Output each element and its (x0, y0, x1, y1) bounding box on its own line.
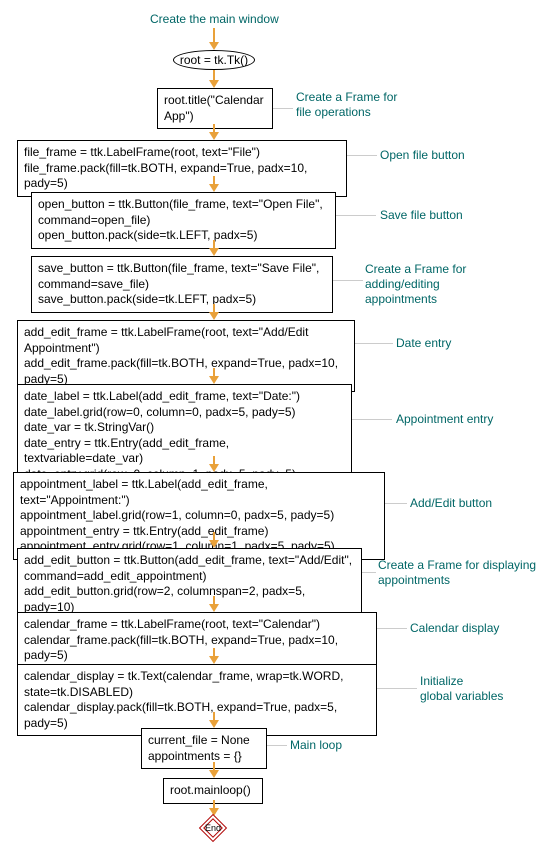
end-node: End (199, 814, 227, 842)
connector (273, 108, 293, 109)
arrow-head-icon (209, 540, 219, 548)
arrow-head-icon (209, 770, 219, 778)
arrow-head-icon (209, 464, 219, 472)
arrow (213, 456, 215, 464)
arrow (213, 176, 215, 184)
connector (333, 280, 363, 281)
arrow-head-icon (209, 376, 219, 384)
arrow (213, 368, 215, 376)
arrow (213, 532, 215, 540)
comment: Calendar display (410, 621, 499, 636)
arrow (213, 28, 215, 42)
arrow (213, 124, 215, 132)
code-box: current_file = None appointments = {} (141, 728, 267, 769)
connector (377, 628, 407, 629)
code-box: root.title("Calendar App") (157, 88, 273, 129)
comment: Add/Edit button (410, 496, 492, 511)
arrow-head-icon (209, 132, 219, 140)
flowchart-canvas: Create the main window root = tk.Tk() ro… (0, 0, 556, 845)
connector (352, 419, 392, 420)
end-node-label: End (205, 823, 221, 833)
connector (377, 688, 417, 689)
arrow-head-icon (209, 42, 219, 50)
connector (355, 343, 393, 344)
comment: Create a Frame for displaying appointmen… (378, 558, 536, 588)
arrow-head-icon (209, 604, 219, 612)
code-box: save_button = ttk.Button(file_frame, tex… (31, 256, 333, 313)
arrow-head-icon (209, 720, 219, 728)
code-box: calendar_display = tk.Text(calendar_fram… (17, 664, 377, 736)
connector (362, 572, 376, 573)
code-box: add_edit_frame = ttk.LabelFrame(root, te… (17, 320, 355, 392)
comment: Create a Frame for file operations (296, 90, 397, 120)
code-box: calendar_frame = ttk.LabelFrame(root, te… (17, 612, 377, 669)
arrow (213, 712, 215, 720)
code-box: file_frame = ttk.LabelFrame(root, text="… (17, 140, 347, 197)
comment: Create a Frame for adding/editing appoin… (365, 262, 466, 307)
code-box: add_edit_button = ttk.Button(add_edit_fr… (17, 548, 362, 620)
comment: Main loop (290, 738, 342, 753)
arrow (213, 70, 215, 80)
arrow (213, 762, 215, 770)
connector (336, 215, 376, 216)
arrow-head-icon (209, 312, 219, 320)
start-node-text: root = tk.Tk() (180, 53, 248, 67)
code-box: appointment_label = ttk.Label(add_edit_f… (13, 472, 385, 560)
arrow (213, 596, 215, 604)
comment: Initialize global variables (420, 674, 503, 704)
comment: Save file button (380, 208, 463, 223)
connector (385, 503, 407, 504)
arrow-head-icon (209, 80, 219, 88)
arrow-head-icon (209, 184, 219, 192)
arrow-head-icon (209, 248, 219, 256)
arrow-head-icon (209, 656, 219, 664)
arrow (213, 240, 215, 248)
connector (347, 155, 377, 156)
comment: Appointment entry (396, 412, 493, 427)
comment-title: Create the main window (150, 12, 279, 27)
comment: Open file button (380, 148, 465, 163)
arrow (213, 648, 215, 656)
arrow (213, 800, 215, 808)
start-node: root = tk.Tk() (173, 50, 255, 70)
comment: Date entry (396, 336, 451, 351)
connector (267, 745, 287, 746)
arrow (213, 304, 215, 312)
code-box: open_button = ttk.Button(file_frame, tex… (31, 192, 336, 249)
